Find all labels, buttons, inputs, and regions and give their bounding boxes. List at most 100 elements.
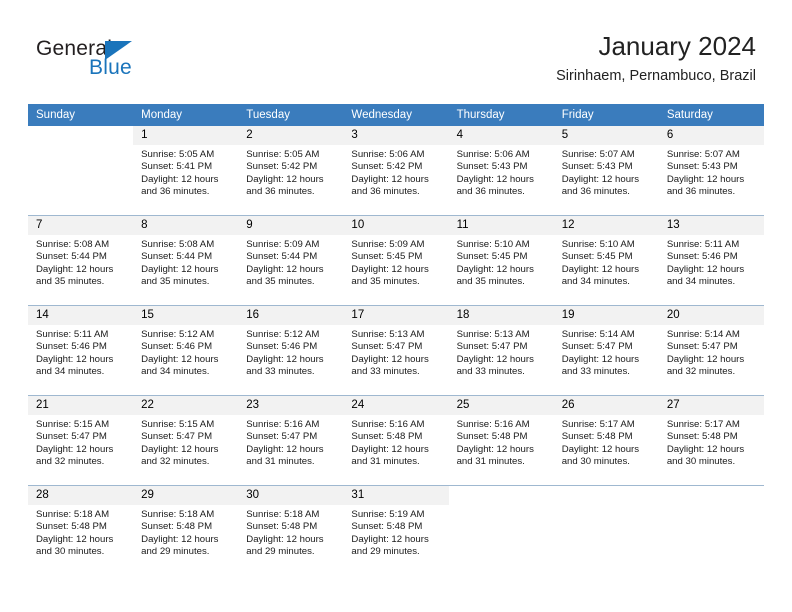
detail-sunset: Sunset: 5:48 PM [351, 431, 423, 443]
calendar-day-cell[interactable]: 20 Sunrise: 5:14 AM Sunset: 5:47 PM Dayligh… [658, 305, 764, 396]
detail-daylight2: and 33 minutes. [561, 366, 630, 378]
day-details: Sunrise: 5:19 AM Sunset: 5:48 PM Daylight:… [343, 505, 448, 559]
detail-daylight1: Daylight: 12 hours [246, 533, 324, 545]
calendar-day-cell[interactable]: 13 Sunrise: 5:11 AM Sunset: 5:46 PM Dayligh… [658, 215, 764, 306]
detail-sunrise: Sunrise: 5:08 AM [141, 239, 215, 250]
general-blue-logo[interactable]: General Blue [36, 37, 236, 87]
day-number: 22 [133, 396, 239, 415]
detail-daylight2: and 32 minutes. [36, 456, 105, 468]
detail-daylight2: and 34 minutes. [36, 366, 105, 378]
day-details: Sunrise: 5:15 AM Sunset: 5:47 PM Daylight:… [133, 415, 238, 469]
detail-daylight2: and 35 minutes. [141, 276, 210, 288]
day-number: 12 [553, 216, 659, 235]
detail-sunrise: Sunrise: 5:17 AM [666, 419, 740, 430]
day-details: Sunrise: 5:13 AM Sunset: 5:47 PM Daylight:… [343, 325, 448, 379]
weekday-header-tuesday: Tuesday [238, 104, 344, 126]
day-number [28, 126, 133, 145]
day-number: 13 [658, 216, 764, 235]
detail-sunrise: Sunrise: 5:15 AM [36, 419, 110, 430]
calendar-day-cell[interactable]: 10 Sunrise: 5:09 AM Sunset: 5:45 PM Dayligh… [343, 215, 449, 306]
detail-daylight2: and 36 minutes. [246, 186, 315, 198]
detail-daylight2: and 34 minutes. [666, 276, 736, 288]
detail-daylight2: and 33 minutes. [246, 366, 315, 378]
calendar-day-cell[interactable]: 5 Sunrise: 5:07 AM Sunset: 5:43 PM Daylight… [553, 126, 659, 216]
detail-sunrise: Sunrise: 5:17 AM [561, 419, 635, 430]
detail-daylight1: Daylight: 12 hours [351, 263, 429, 275]
day-number: 7 [28, 216, 134, 235]
calendar-day-cell[interactable]: 15 Sunrise: 5:12 AM Sunset: 5:46 PM Dayligh… [133, 305, 239, 396]
calendar-day-cell[interactable]: 19 Sunrise: 5:14 AM Sunset: 5:47 PM Dayligh… [553, 305, 659, 396]
detail-daylight1: Daylight: 12 hours [141, 173, 219, 185]
detail-sunset: Sunset: 5:47 PM [561, 341, 633, 353]
day-number: 9 [238, 216, 344, 235]
day-number: 1 [133, 126, 239, 145]
detail-daylight1: Daylight: 12 hours [36, 263, 114, 275]
calendar-day-cell[interactable]: 11 Sunrise: 5:10 AM Sunset: 5:45 PM Dayligh… [448, 215, 554, 306]
calendar-day-cell[interactable]: 23 Sunrise: 5:16 AM Sunset: 5:47 PM Dayligh… [238, 395, 344, 486]
calendar-day-cell[interactable]: 22 Sunrise: 5:15 AM Sunset: 5:47 PM Dayligh… [133, 395, 239, 486]
day-number: 16 [238, 306, 344, 325]
day-number: 17 [343, 306, 449, 325]
calendar-day-cell[interactable]: 3 Sunrise: 5:06 AM Sunset: 5:42 PM Daylight… [343, 126, 449, 216]
calendar-week-row: 1 Sunrise: 5:05 AM Sunset: 5:41 PM Daylight… [28, 126, 764, 216]
detail-daylight2: and 30 minutes. [561, 456, 630, 468]
detail-sunset: Sunset: 5:47 PM [246, 431, 318, 443]
detail-daylight2: and 35 minutes. [36, 276, 105, 288]
day-number: 18 [448, 306, 554, 325]
calendar-day-cell[interactable]: 9 Sunrise: 5:09 AM Sunset: 5:44 PM Daylight… [238, 215, 344, 306]
calendar-page: General Blue January 2024 Sirinhaem, Per… [0, 0, 792, 612]
calendar-day-cell[interactable]: 25 Sunrise: 5:16 AM Sunset: 5:48 PM Dayligh… [448, 395, 554, 486]
calendar-day-cell[interactable]: 1 Sunrise: 5:05 AM Sunset: 5:41 PM Daylight… [133, 126, 239, 216]
detail-sunset: Sunset: 5:43 PM [561, 161, 633, 173]
calendar-day-cell[interactable]: 24 Sunrise: 5:16 AM Sunset: 5:48 PM Dayligh… [343, 395, 449, 486]
calendar-day-cell[interactable]: 29 Sunrise: 5:18 AM Sunset: 5:48 PM Dayligh… [133, 486, 239, 576]
day-details: Sunrise: 5:18 AM Sunset: 5:48 PM Daylight:… [28, 505, 133, 559]
calendar-day-cell[interactable]: 12 Sunrise: 5:10 AM Sunset: 5:45 PM Dayligh… [553, 215, 659, 306]
detail-daylight2: and 29 minutes. [351, 546, 420, 558]
calendar-day-cell[interactable]: 4 Sunrise: 5:06 AM Sunset: 5:43 PM Daylight… [448, 126, 554, 216]
day-details: Sunrise: 5:09 AM Sunset: 5:45 PM Daylight:… [343, 235, 448, 289]
calendar-day-cell[interactable]: 14 Sunrise: 5:11 AM Sunset: 5:46 PM Dayligh… [28, 305, 134, 396]
calendar-day-cell[interactable]: 31 Sunrise: 5:19 AM Sunset: 5:48 PM Dayligh… [343, 486, 449, 576]
detail-daylight2: and 36 minutes. [141, 186, 210, 198]
calendar-day-cell-empty [659, 486, 764, 576]
day-details: Sunrise: 5:16 AM Sunset: 5:47 PM Daylight:… [238, 415, 343, 469]
detail-sunset: Sunset: 5:44 PM [36, 251, 107, 263]
day-number: 28 [28, 486, 134, 505]
calendar-day-cell[interactable]: 8 Sunrise: 5:08 AM Sunset: 5:44 PM Daylight… [133, 215, 239, 306]
calendar-day-cell[interactable]: 17 Sunrise: 5:13 AM Sunset: 5:47 PM Dayligh… [343, 305, 449, 396]
weekday-header-friday: Friday [553, 104, 659, 126]
detail-sunset: Sunset: 5:44 PM [141, 251, 213, 263]
calendar-day-cell[interactable]: 2 Sunrise: 5:05 AM Sunset: 5:42 PM Daylight… [238, 126, 344, 216]
calendar-day-cell[interactable]: 30 Sunrise: 5:18 AM Sunset: 5:48 PM Dayligh… [238, 486, 344, 576]
weekday-header-sunday: Sunday [28, 104, 134, 126]
detail-daylight1: Daylight: 12 hours [36, 353, 114, 365]
calendar-day-cell[interactable]: 21 Sunrise: 5:15 AM Sunset: 5:47 PM Dayligh… [28, 395, 134, 486]
detail-sunset: Sunset: 5:47 PM [141, 431, 213, 443]
detail-daylight2: and 36 minutes. [666, 186, 736, 198]
detail-sunrise: Sunrise: 5:09 AM [246, 239, 320, 250]
day-details: Sunrise: 5:07 AM Sunset: 5:43 PM Daylight:… [659, 145, 764, 199]
calendar-grid: Sunday Monday Tuesday Wednesday Thursday Frid… [28, 104, 764, 575]
detail-daylight1: Daylight: 12 hours [141, 353, 219, 365]
day-number: 30 [238, 486, 344, 505]
detail-sunrise: Sunrise: 5:13 AM [351, 329, 425, 340]
calendar-day-cell[interactable]: 6 Sunrise: 5:07 AM Sunset: 5:43 PM Daylight… [658, 126, 764, 216]
calendar-day-cell[interactable]: 28 Sunrise: 5:18 AM Sunset: 5:48 PM Dayligh… [28, 486, 134, 576]
detail-daylight2: and 34 minutes. [561, 276, 630, 288]
calendar-week-row: 28 Sunrise: 5:18 AM Sunset: 5:48 PM Dayligh… [28, 486, 764, 576]
calendar-day-cell[interactable]: 18 Sunrise: 5:13 AM Sunset: 5:47 PM Dayligh… [448, 305, 554, 396]
detail-daylight1: Daylight: 12 hours [141, 443, 219, 455]
day-details: Sunrise: 5:07 AM Sunset: 5:43 PM Daylight:… [554, 145, 659, 199]
day-number: 10 [343, 216, 449, 235]
weekday-header-wednesday: Wednesday [343, 104, 449, 126]
detail-sunrise: Sunrise: 5:09 AM [351, 239, 425, 250]
calendar-day-cell[interactable]: 16 Sunrise: 5:12 AM Sunset: 5:46 PM Dayligh… [238, 305, 344, 396]
calendar-day-cell[interactable]: 27 Sunrise: 5:17 AM Sunset: 5:48 PM Dayligh… [658, 395, 764, 486]
page-title: January 2024 [598, 31, 756, 61]
day-details: Sunrise: 5:16 AM Sunset: 5:48 PM Daylight:… [343, 415, 448, 469]
calendar-day-cell[interactable]: 7 Sunrise: 5:08 AM Sunset: 5:44 PM Daylight… [28, 215, 134, 306]
day-number: 5 [553, 126, 659, 145]
calendar-day-cell[interactable]: 26 Sunrise: 5:17 AM Sunset: 5:48 PM Dayligh… [553, 395, 659, 486]
detail-sunset: Sunset: 5:46 PM [36, 341, 107, 353]
